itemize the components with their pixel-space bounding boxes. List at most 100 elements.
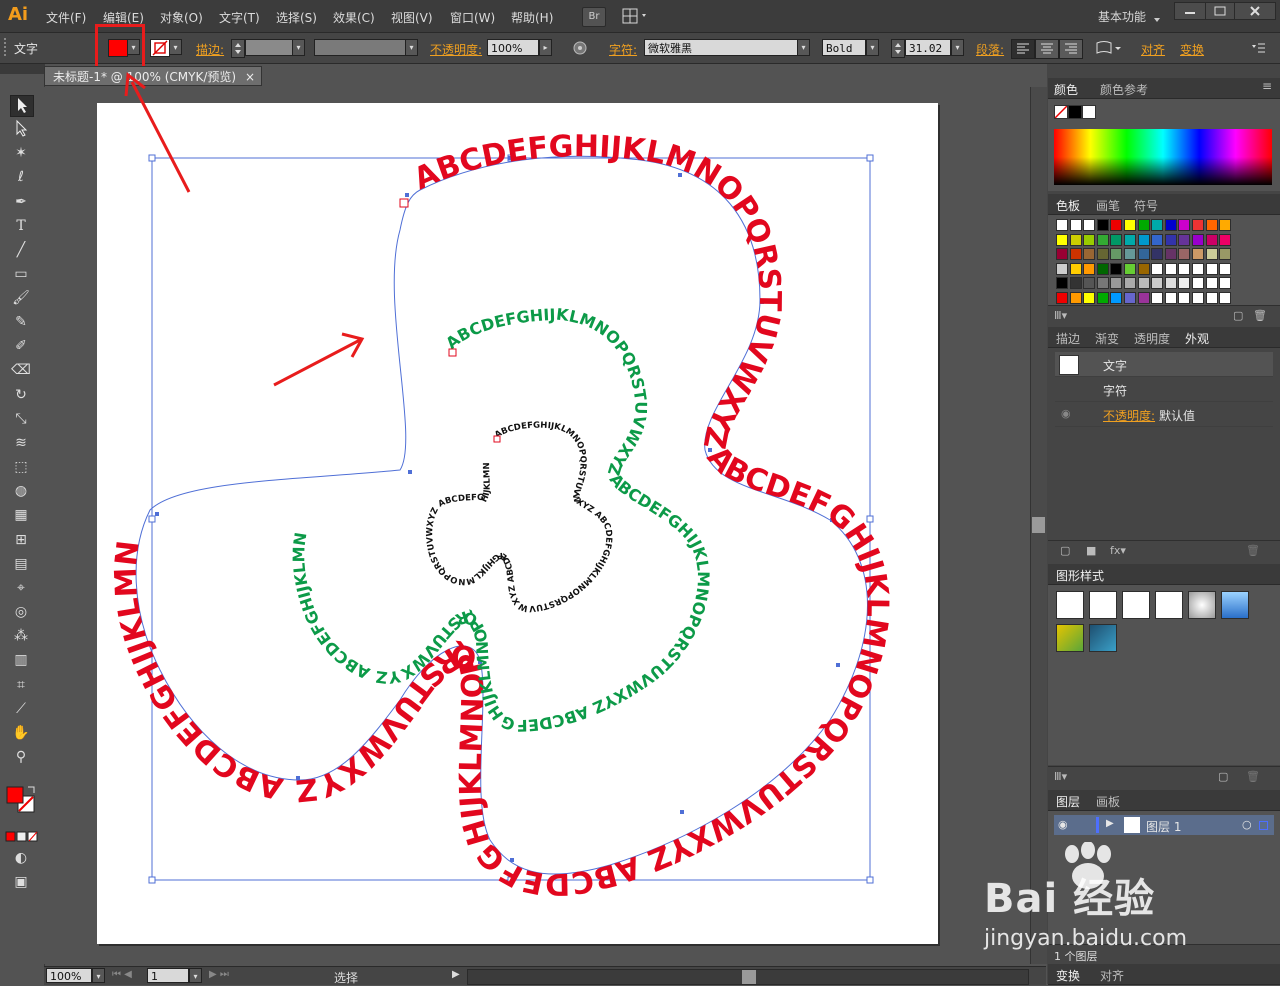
panel-menu-icon[interactable]: ≡: [1262, 79, 1272, 93]
appearance-row-opacity[interactable]: ◉ 不透明度: 默认值: [1055, 402, 1273, 427]
swatch-chip[interactable]: [1192, 262, 1204, 275]
swatch-chip[interactable]: [1178, 219, 1191, 231]
path-text-start-marker[interactable]: [448, 348, 457, 357]
swatch-chip[interactable]: [1164, 277, 1177, 289]
swatch-chip[interactable]: [1069, 219, 1082, 231]
swatch-chip[interactable]: [1137, 291, 1150, 304]
delete-item-icon[interactable]: 🗑: [1246, 544, 1260, 557]
swatch-chip[interactable]: [1137, 219, 1150, 231]
swatch-chip[interactable]: [1124, 277, 1136, 289]
tab-brushes[interactable]: 画笔: [1096, 197, 1120, 214]
swatch-chip[interactable]: [1192, 233, 1204, 246]
horizontal-scrollbar[interactable]: [467, 969, 1029, 985]
graphic-style-swatch[interactable]: [1089, 624, 1117, 652]
delete-graphic-style-icon[interactable]: 🗑: [1246, 770, 1260, 783]
scroll-thumb[interactable]: [1032, 517, 1045, 533]
swatch-chip[interactable]: [1151, 291, 1164, 304]
black-color-chip[interactable]: [1068, 105, 1082, 119]
swatch-chip[interactable]: [1069, 248, 1082, 260]
swatch-chip[interactable]: [1096, 262, 1109, 275]
artboard-dropdown[interactable]: ▾: [189, 968, 202, 983]
swatch-chip[interactable]: [1164, 248, 1177, 260]
graphic-style-swatch[interactable]: [1155, 591, 1183, 619]
swatch-chip[interactable]: [1083, 291, 1096, 304]
tab-color[interactable]: 颜色: [1054, 81, 1078, 98]
swatch-chip[interactable]: [1205, 219, 1218, 231]
swatch-chip[interactable]: [1056, 262, 1068, 275]
path-text-start-marker[interactable]: [399, 198, 409, 208]
swatch-chip[interactable]: [1110, 262, 1123, 275]
visibility-eye-icon[interactable]: ◉: [1061, 407, 1071, 420]
swatch-chip[interactable]: [1178, 262, 1191, 275]
layer-name[interactable]: 图层 1: [1146, 818, 1181, 835]
color-spectrum[interactable]: [1054, 129, 1272, 185]
inner-path-text[interactable]: ABCDEFGHIJKLMNOPQRSTUVWXYZ ABCDEFGHIJKLM…: [425, 421, 613, 614]
path-anchor-points[interactable]: [155, 156, 840, 862]
swatch-chip[interactable]: [1096, 277, 1109, 289]
swatch-chip[interactable]: [1205, 233, 1218, 246]
path-text-start-marker[interactable]: [493, 435, 501, 443]
white-color-chip[interactable]: [1082, 105, 1096, 119]
swatch-chip[interactable]: [1124, 219, 1136, 231]
swatch-chip[interactable]: [1083, 277, 1096, 289]
swatch-chip[interactable]: [1124, 291, 1136, 304]
outer-path-text[interactable]: ABCDEFGHIJKLMNOPQRSTUVWXYZ ABCDEFGHIJKLM…: [109, 129, 895, 901]
tab-transparency[interactable]: 透明度: [1134, 330, 1170, 347]
graphic-style-libraries-icon[interactable]: Ⅲ▾: [1054, 770, 1067, 783]
swatch-chip[interactable]: [1205, 277, 1218, 289]
zoom-dropdown[interactable]: ▾: [92, 968, 105, 983]
appearance-row-characters[interactable]: 字符: [1055, 377, 1273, 402]
expand-layer-icon[interactable]: ▶: [1106, 818, 1114, 829]
graphic-style-swatch[interactable]: [1122, 591, 1150, 619]
graphic-style-swatch[interactable]: [1056, 624, 1084, 652]
swatch-chip[interactable]: [1056, 277, 1068, 289]
swatch-chip[interactable]: [1219, 262, 1232, 275]
graphic-style-default[interactable]: [1056, 591, 1084, 619]
swatch-chip[interactable]: [1069, 291, 1082, 304]
graphic-style-swatch[interactable]: [1089, 591, 1117, 619]
swatch-chip[interactable]: [1205, 248, 1218, 260]
swatch-chip[interactable]: [1164, 291, 1177, 304]
swatch-chip[interactable]: [1096, 219, 1109, 231]
opacity-link[interactable]: 不透明度:: [1103, 407, 1155, 424]
swatch-chip[interactable]: [1205, 262, 1218, 275]
swatch-chip[interactable]: [1069, 233, 1082, 246]
swatch-chip[interactable]: [1219, 248, 1232, 260]
delete-swatch-icon[interactable]: 🗑: [1253, 309, 1267, 322]
swatch-chip[interactable]: [1124, 262, 1136, 275]
swatch-chip[interactable]: [1096, 233, 1109, 246]
swatch-chip[interactable]: [1192, 277, 1204, 289]
swatch-chip[interactable]: [1056, 219, 1068, 231]
tab-swatches[interactable]: 色板: [1056, 197, 1080, 214]
swatch-chip[interactable]: [1056, 291, 1068, 304]
layer-target-icon[interactable]: ○: [1242, 818, 1252, 831]
swatch-chip[interactable]: [1151, 233, 1164, 246]
swatch-chip[interactable]: [1083, 233, 1096, 246]
h-scroll-thumb[interactable]: [742, 970, 756, 984]
none-color-icon[interactable]: [1054, 105, 1068, 119]
swatch-chip[interactable]: [1192, 291, 1204, 304]
swatch-chip[interactable]: [1192, 248, 1204, 260]
tab-appearance[interactable]: 外观: [1185, 330, 1209, 347]
new-swatch-icon[interactable]: ▢: [1233, 309, 1243, 322]
new-graphic-style-icon[interactable]: ▢: [1218, 770, 1228, 783]
add-fill-icon[interactable]: ■: [1086, 544, 1096, 557]
swatch-chip[interactable]: [1096, 248, 1109, 260]
swatch-chip[interactable]: [1110, 291, 1123, 304]
swatch-chip[interactable]: [1151, 277, 1164, 289]
tab-gradient[interactable]: 渐变: [1095, 330, 1119, 347]
swatch-chip[interactable]: [1137, 248, 1150, 260]
layer-row[interactable]: ◉ ▶ 图层 1 ○: [1054, 815, 1274, 835]
swatch-chip[interactable]: [1056, 233, 1068, 246]
tab-graphic-styles[interactable]: 图形样式: [1056, 567, 1104, 584]
artboard-number-input[interactable]: 1: [147, 968, 189, 983]
tab-stroke[interactable]: 描边: [1056, 330, 1080, 347]
vertical-scrollbar[interactable]: [1030, 87, 1047, 964]
graphic-style-swatch[interactable]: [1221, 591, 1249, 619]
swatch-chip[interactable]: [1164, 233, 1177, 246]
swatch-chip[interactable]: [1096, 291, 1109, 304]
swatch-chip[interactable]: [1151, 262, 1164, 275]
swatch-chip[interactable]: [1151, 219, 1164, 231]
tab-transform[interactable]: 变换: [1056, 967, 1080, 984]
swatch-libraries-icon[interactable]: Ⅲ▾: [1054, 309, 1067, 322]
